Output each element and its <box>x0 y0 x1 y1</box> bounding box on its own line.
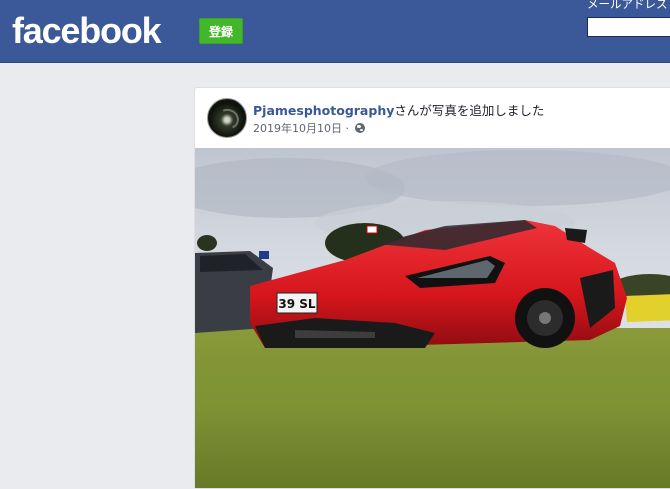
facebook-logo[interactable]: facebook <box>12 9 162 53</box>
post-header: Pjamesphotographyさんが写真を追加しました <box>253 100 544 119</box>
author-avatar[interactable] <box>207 98 247 138</box>
signup-button[interactable]: 登録 <box>199 18 243 44</box>
post-photo[interactable]: 39 SL <box>195 148 670 488</box>
author-link[interactable]: Pjamesphotography <box>253 103 394 118</box>
email-label: メールアドレス <box>587 0 668 11</box>
car-photo-illustration: 39 SL <box>195 148 670 488</box>
meta-separator: · <box>345 122 350 135</box>
post-date[interactable]: 2019年10月10日 <box>253 122 342 135</box>
email-input[interactable] <box>587 17 670 37</box>
post-card: Pjamesphotographyさんが写真を追加しました 2019年10月10… <box>194 87 670 489</box>
post-action-text: さんが写真を追加しました <box>394 103 545 118</box>
top-navigation-bar: facebook 登録 メールアドレス <box>0 0 670 63</box>
license-plate-text: 39 SL <box>278 297 316 311</box>
yellow-car <box>625 294 670 322</box>
post-meta: 2019年10月10日 · <box>253 120 365 136</box>
globe-icon[interactable] <box>354 123 365 133</box>
